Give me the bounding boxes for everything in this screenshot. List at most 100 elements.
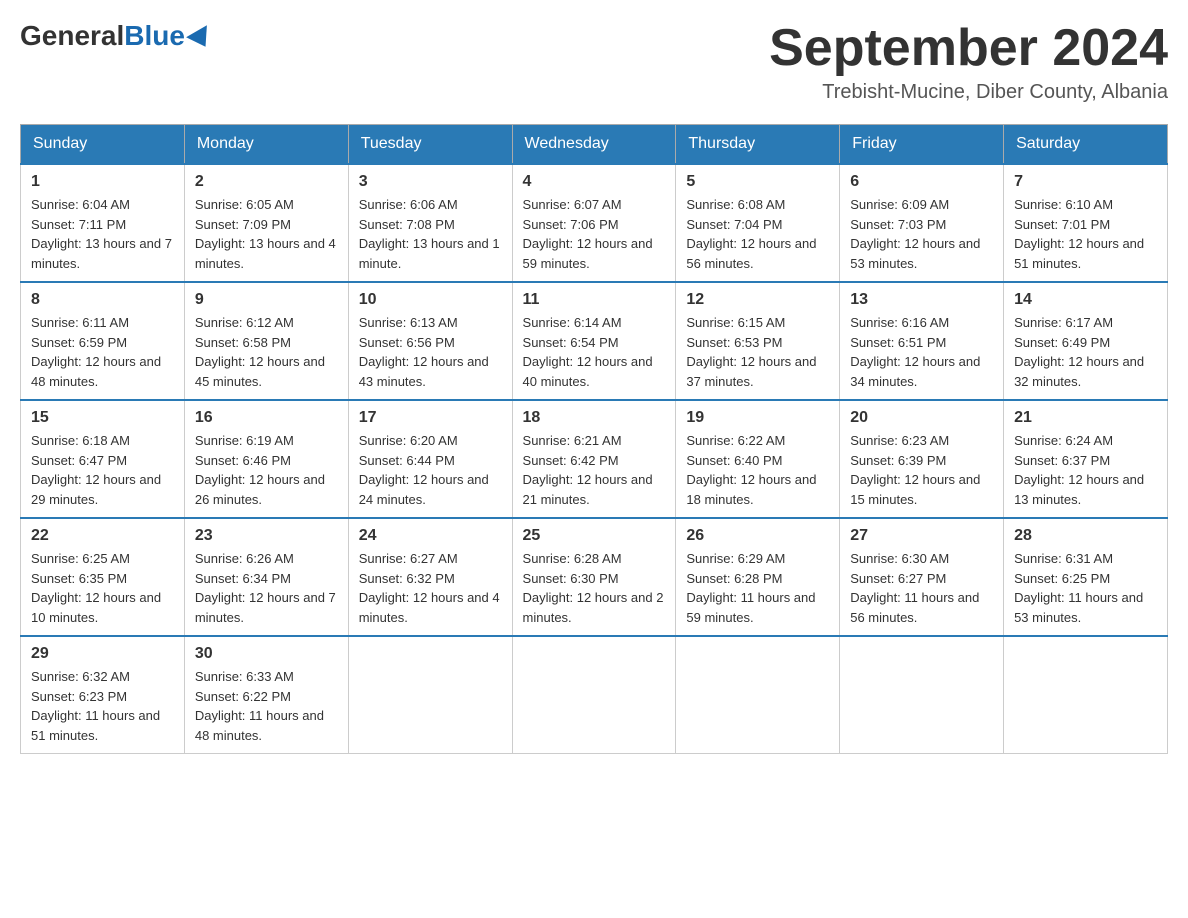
day-info: Sunrise: 6:11 AM Sunset: 6:59 PM Dayligh… bbox=[31, 313, 174, 391]
daylight-text: Daylight: 12 hours and 18 minutes. bbox=[686, 472, 816, 507]
table-row: 24 Sunrise: 6:27 AM Sunset: 6:32 PM Dayl… bbox=[348, 518, 512, 636]
day-info: Sunrise: 6:18 AM Sunset: 6:47 PM Dayligh… bbox=[31, 431, 174, 509]
calendar-header-row: Sunday Monday Tuesday Wednesday Thursday… bbox=[21, 125, 1168, 165]
daylight-text: Daylight: 11 hours and 56 minutes. bbox=[850, 590, 979, 625]
sunrise-text: Sunrise: 6:20 AM bbox=[359, 433, 458, 448]
sunset-text: Sunset: 6:51 PM bbox=[850, 335, 946, 350]
col-monday: Monday bbox=[184, 125, 348, 165]
day-info: Sunrise: 6:26 AM Sunset: 6:34 PM Dayligh… bbox=[195, 549, 338, 627]
sunrise-text: Sunrise: 6:09 AM bbox=[850, 197, 949, 212]
sunrise-text: Sunrise: 6:08 AM bbox=[686, 197, 785, 212]
table-row: 3 Sunrise: 6:06 AM Sunset: 7:08 PM Dayli… bbox=[348, 164, 512, 282]
calendar-week-row: 22 Sunrise: 6:25 AM Sunset: 6:35 PM Dayl… bbox=[21, 518, 1168, 636]
daylight-text: Daylight: 12 hours and 43 minutes. bbox=[359, 354, 489, 389]
sunset-text: Sunset: 6:46 PM bbox=[195, 453, 291, 468]
month-title: September 2024 bbox=[769, 20, 1168, 77]
location-title: Trebisht-Mucine, Diber County, Albania bbox=[769, 81, 1168, 104]
sunset-text: Sunset: 6:35 PM bbox=[31, 571, 127, 586]
sunrise-text: Sunrise: 6:27 AM bbox=[359, 551, 458, 566]
calendar-table: Sunday Monday Tuesday Wednesday Thursday… bbox=[20, 124, 1168, 754]
sunset-text: Sunset: 6:27 PM bbox=[850, 571, 946, 586]
sunset-text: Sunset: 6:30 PM bbox=[523, 571, 619, 586]
day-number: 8 bbox=[31, 291, 174, 309]
sunrise-text: Sunrise: 6:22 AM bbox=[686, 433, 785, 448]
logo: General Blue bbox=[20, 20, 213, 52]
day-info: Sunrise: 6:05 AM Sunset: 7:09 PM Dayligh… bbox=[195, 195, 338, 273]
day-number: 28 bbox=[1014, 527, 1157, 545]
day-number: 14 bbox=[1014, 291, 1157, 309]
daylight-text: Daylight: 12 hours and 26 minutes. bbox=[195, 472, 325, 507]
logo-blue-text: Blue bbox=[124, 20, 185, 52]
sunset-text: Sunset: 7:09 PM bbox=[195, 217, 291, 232]
table-row: 18 Sunrise: 6:21 AM Sunset: 6:42 PM Dayl… bbox=[512, 400, 676, 518]
sunset-text: Sunset: 7:01 PM bbox=[1014, 217, 1110, 232]
daylight-text: Daylight: 12 hours and 53 minutes. bbox=[850, 236, 980, 271]
logo-general-text: General bbox=[20, 20, 124, 52]
daylight-text: Daylight: 13 hours and 4 minutes. bbox=[195, 236, 336, 271]
day-number: 18 bbox=[523, 409, 666, 427]
day-info: Sunrise: 6:23 AM Sunset: 6:39 PM Dayligh… bbox=[850, 431, 993, 509]
table-row: 30 Sunrise: 6:33 AM Sunset: 6:22 PM Dayl… bbox=[184, 636, 348, 754]
day-info: Sunrise: 6:32 AM Sunset: 6:23 PM Dayligh… bbox=[31, 667, 174, 745]
daylight-text: Daylight: 12 hours and 24 minutes. bbox=[359, 472, 489, 507]
table-row: 29 Sunrise: 6:32 AM Sunset: 6:23 PM Dayl… bbox=[21, 636, 185, 754]
sunrise-text: Sunrise: 6:12 AM bbox=[195, 315, 294, 330]
table-row: 10 Sunrise: 6:13 AM Sunset: 6:56 PM Dayl… bbox=[348, 282, 512, 400]
table-row: 19 Sunrise: 6:22 AM Sunset: 6:40 PM Dayl… bbox=[676, 400, 840, 518]
sunset-text: Sunset: 6:56 PM bbox=[359, 335, 455, 350]
sunset-text: Sunset: 6:39 PM bbox=[850, 453, 946, 468]
day-info: Sunrise: 6:06 AM Sunset: 7:08 PM Dayligh… bbox=[359, 195, 502, 273]
day-info: Sunrise: 6:27 AM Sunset: 6:32 PM Dayligh… bbox=[359, 549, 502, 627]
sunrise-text: Sunrise: 6:31 AM bbox=[1014, 551, 1113, 566]
daylight-text: Daylight: 11 hours and 59 minutes. bbox=[686, 590, 815, 625]
sunset-text: Sunset: 6:40 PM bbox=[686, 453, 782, 468]
sunrise-text: Sunrise: 6:26 AM bbox=[195, 551, 294, 566]
daylight-text: Daylight: 12 hours and 13 minutes. bbox=[1014, 472, 1144, 507]
day-info: Sunrise: 6:13 AM Sunset: 6:56 PM Dayligh… bbox=[359, 313, 502, 391]
daylight-text: Daylight: 12 hours and 48 minutes. bbox=[31, 354, 161, 389]
daylight-text: Daylight: 11 hours and 48 minutes. bbox=[195, 708, 324, 743]
sunrise-text: Sunrise: 6:11 AM bbox=[31, 315, 129, 330]
col-wednesday: Wednesday bbox=[512, 125, 676, 165]
day-number: 12 bbox=[686, 291, 829, 309]
day-info: Sunrise: 6:24 AM Sunset: 6:37 PM Dayligh… bbox=[1014, 431, 1157, 509]
sunrise-text: Sunrise: 6:06 AM bbox=[359, 197, 458, 212]
table-row: 7 Sunrise: 6:10 AM Sunset: 7:01 PM Dayli… bbox=[1004, 164, 1168, 282]
sunset-text: Sunset: 7:08 PM bbox=[359, 217, 455, 232]
day-info: Sunrise: 6:17 AM Sunset: 6:49 PM Dayligh… bbox=[1014, 313, 1157, 391]
col-thursday: Thursday bbox=[676, 125, 840, 165]
table-row: 21 Sunrise: 6:24 AM Sunset: 6:37 PM Dayl… bbox=[1004, 400, 1168, 518]
sunrise-text: Sunrise: 6:13 AM bbox=[359, 315, 458, 330]
day-info: Sunrise: 6:31 AM Sunset: 6:25 PM Dayligh… bbox=[1014, 549, 1157, 627]
day-info: Sunrise: 6:15 AM Sunset: 6:53 PM Dayligh… bbox=[686, 313, 829, 391]
logo-blue-part: Blue bbox=[124, 20, 213, 52]
daylight-text: Daylight: 12 hours and 40 minutes. bbox=[523, 354, 653, 389]
day-number: 23 bbox=[195, 527, 338, 545]
daylight-text: Daylight: 12 hours and 2 minutes. bbox=[523, 590, 664, 625]
sunset-text: Sunset: 6:37 PM bbox=[1014, 453, 1110, 468]
sunset-text: Sunset: 6:49 PM bbox=[1014, 335, 1110, 350]
daylight-text: Daylight: 12 hours and 56 minutes. bbox=[686, 236, 816, 271]
table-row bbox=[1004, 636, 1168, 754]
sunset-text: Sunset: 6:47 PM bbox=[31, 453, 127, 468]
table-row: 28 Sunrise: 6:31 AM Sunset: 6:25 PM Dayl… bbox=[1004, 518, 1168, 636]
day-number: 27 bbox=[850, 527, 993, 545]
sunset-text: Sunset: 6:32 PM bbox=[359, 571, 455, 586]
daylight-text: Daylight: 12 hours and 7 minutes. bbox=[195, 590, 336, 625]
day-info: Sunrise: 6:10 AM Sunset: 7:01 PM Dayligh… bbox=[1014, 195, 1157, 273]
table-row bbox=[676, 636, 840, 754]
sunset-text: Sunset: 6:28 PM bbox=[686, 571, 782, 586]
day-number: 3 bbox=[359, 173, 502, 191]
sunset-text: Sunset: 6:58 PM bbox=[195, 335, 291, 350]
sunrise-text: Sunrise: 6:10 AM bbox=[1014, 197, 1113, 212]
day-info: Sunrise: 6:22 AM Sunset: 6:40 PM Dayligh… bbox=[686, 431, 829, 509]
day-number: 13 bbox=[850, 291, 993, 309]
sunset-text: Sunset: 6:34 PM bbox=[195, 571, 291, 586]
sunset-text: Sunset: 6:25 PM bbox=[1014, 571, 1110, 586]
day-number: 1 bbox=[31, 173, 174, 191]
day-info: Sunrise: 6:19 AM Sunset: 6:46 PM Dayligh… bbox=[195, 431, 338, 509]
sunrise-text: Sunrise: 6:23 AM bbox=[850, 433, 949, 448]
daylight-text: Daylight: 12 hours and 4 minutes. bbox=[359, 590, 500, 625]
sunrise-text: Sunrise: 6:28 AM bbox=[523, 551, 622, 566]
day-number: 26 bbox=[686, 527, 829, 545]
